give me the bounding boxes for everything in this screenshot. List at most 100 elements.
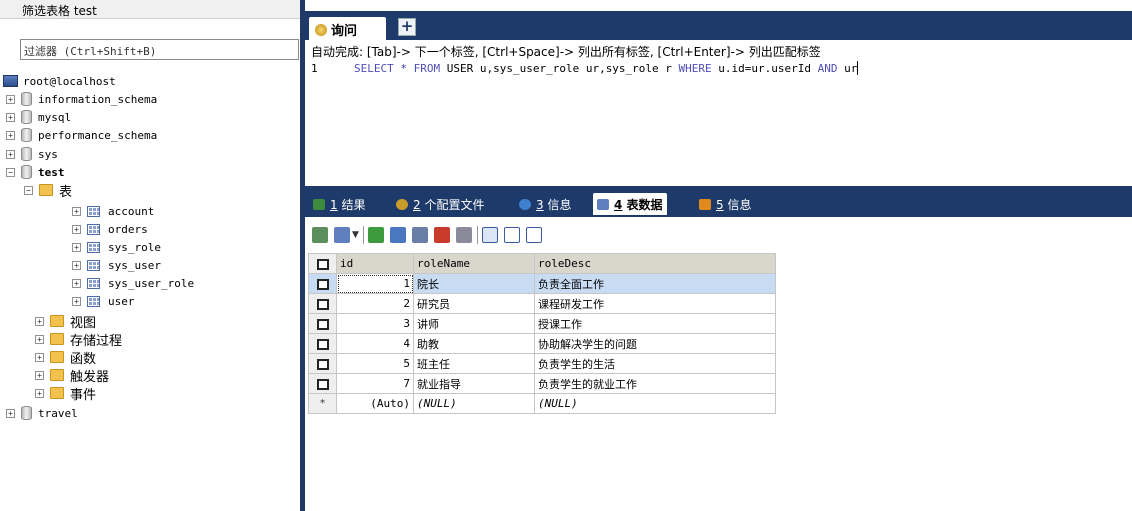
grid-view-icon[interactable] <box>482 227 498 243</box>
tree-db-test[interactable]: − test <box>6 163 65 181</box>
cell-rolename[interactable]: 助教 <box>413 333 535 354</box>
tree-folder-functions[interactable]: + 函数 <box>35 348 97 367</box>
dropdown-arrow-icon[interactable]: ▼ <box>352 227 360 243</box>
cell-id[interactable]: 1 <box>336 273 414 294</box>
tab-info[interactable]: 5 信息 <box>695 193 755 215</box>
row-checkbox[interactable] <box>308 333 337 354</box>
column-header-rolename[interactable]: roleName <box>413 253 535 274</box>
column-header-id[interactable]: id <box>336 253 414 274</box>
save-icon[interactable] <box>412 227 428 243</box>
expand-icon[interactable]: + <box>72 206 81 216</box>
cell-roledesc[interactable]: 协助解决学生的问题 <box>534 333 776 354</box>
cell-rolename[interactable]: 研究员 <box>413 293 535 314</box>
tree-db-performance-schema[interactable]: + performance_schema <box>6 126 157 144</box>
tree-db-mysql[interactable]: + mysql <box>6 108 71 126</box>
row-checkbox[interactable] <box>308 373 337 394</box>
export-icon[interactable] <box>312 227 328 243</box>
expand-icon[interactable]: + <box>35 388 44 398</box>
expand-icon[interactable]: + <box>35 352 44 362</box>
cell-id[interactable]: (Auto) <box>336 393 414 414</box>
delete-icon[interactable] <box>434 227 450 243</box>
tab-table-data[interactable]: 4 表数据 <box>593 193 667 215</box>
cell-rolename[interactable]: 班主任 <box>413 353 535 374</box>
tree-table-user[interactable]: + user <box>72 292 135 310</box>
table-row[interactable]: 5 班主任 负责学生的生活 <box>308 353 776 374</box>
cell-rolename[interactable]: 院长 <box>413 273 535 294</box>
row-checkbox[interactable] <box>308 313 337 334</box>
cell-id[interactable]: 2 <box>336 293 414 314</box>
sql-line[interactable]: 1 SELECT * FROM USER u,sys_user_role ur,s… <box>311 61 859 75</box>
select-all-checkbox[interactable] <box>308 253 337 274</box>
cell-roledesc[interactable]: 负责全面工作 <box>534 273 776 294</box>
expand-icon[interactable]: + <box>6 408 15 418</box>
expand-icon[interactable]: + <box>72 242 81 252</box>
cell-roledesc[interactable]: (NULL) <box>534 393 776 414</box>
cell-rolename[interactable]: 就业指导 <box>413 373 535 394</box>
tab-query[interactable]: 询问 <box>309 17 386 40</box>
tree-db-travel[interactable]: + travel <box>6 404 78 422</box>
folder-label: 函数 <box>70 351 97 367</box>
cell-rolename[interactable]: 讲师 <box>413 313 535 334</box>
tree-db-sys[interactable]: + sys <box>6 145 58 163</box>
expand-icon[interactable]: + <box>72 296 81 306</box>
cell-id[interactable]: 4 <box>336 333 414 354</box>
expand-icon[interactable]: + <box>72 224 81 234</box>
cell-id[interactable]: 7 <box>336 373 414 394</box>
table-row[interactable]: 3 讲师 授课工作 <box>308 313 776 334</box>
cell-roledesc[interactable]: 负责学生的就业工作 <box>534 373 776 394</box>
cell-rolename[interactable]: (NULL) <box>413 393 535 414</box>
filter-input[interactable]: 过滤器 (Ctrl+Shift+B) <box>20 39 299 60</box>
table-row[interactable]: 7 就业指导 负责学生的就业工作 <box>308 373 776 394</box>
table-row[interactable]: 1 院长 负责全面工作 <box>308 273 776 294</box>
table-row[interactable]: 2 研究员 课程研发工作 <box>308 293 776 314</box>
tree-table-account[interactable]: + account <box>72 202 154 220</box>
tab-result[interactable]: 1 结果 <box>309 193 369 215</box>
collapse-icon[interactable]: − <box>6 167 15 177</box>
tab-profile[interactable]: 2 个配置文件 <box>392 193 488 215</box>
expand-icon[interactable]: + <box>35 370 44 380</box>
cancel-icon[interactable] <box>456 227 472 243</box>
expand-icon[interactable]: + <box>6 130 15 140</box>
tree-folder-procedures[interactable]: + 存储过程 <box>35 330 122 349</box>
duplicate-row-icon[interactable] <box>390 227 406 243</box>
expand-icon[interactable]: + <box>6 94 15 104</box>
tree-folder-views[interactable]: + 视图 <box>35 312 96 331</box>
cell-roledesc[interactable]: 授课工作 <box>534 313 776 334</box>
row-checkbox[interactable] <box>308 273 337 294</box>
tree-table-sys-user-role[interactable]: + sys_user_role <box>72 274 194 292</box>
expand-icon[interactable]: + <box>6 112 15 122</box>
sql-editor[interactable]: 自动完成: [Tab]-> 下一个标签, [Ctrl+Space]-> 列出所有… <box>305 40 1132 186</box>
expand-icon[interactable]: + <box>35 334 44 344</box>
column-header-roledesc[interactable]: roleDesc <box>534 253 776 274</box>
row-checkbox[interactable] <box>308 293 337 314</box>
add-row-icon[interactable] <box>368 227 384 243</box>
expand-icon[interactable]: + <box>72 278 81 288</box>
tree-table-orders[interactable]: + orders <box>72 220 148 238</box>
sql-keyword: AND <box>817 62 838 75</box>
cell-id[interactable]: 5 <box>336 353 414 374</box>
cell-id[interactable]: 3 <box>336 313 414 334</box>
cell-roledesc[interactable]: 负责学生的生活 <box>534 353 776 374</box>
import-icon[interactable] <box>334 227 350 243</box>
tree-folder-triggers[interactable]: + 触发器 <box>35 366 109 385</box>
expand-icon[interactable]: + <box>72 260 81 270</box>
form-view-icon[interactable] <box>504 227 520 243</box>
tree-table-sys-role[interactable]: + sys_role <box>72 238 161 256</box>
tree-connection[interactable]: root@localhost <box>3 72 116 90</box>
new-row[interactable]: * (Auto) (NULL) (NULL) <box>308 393 776 414</box>
collapse-icon[interactable]: − <box>24 185 33 195</box>
row-checkbox[interactable] <box>308 353 337 374</box>
expand-icon[interactable]: + <box>35 316 44 326</box>
tree-folder-events[interactable]: + 事件 <box>35 384 96 403</box>
table-row[interactable]: 4 助教 协助解决学生的问题 <box>308 333 776 354</box>
tree-table-sys-user[interactable]: + sys_user <box>72 256 161 274</box>
tab-messages[interactable]: 3 信息 <box>515 193 575 215</box>
cell-roledesc[interactable]: 课程研发工作 <box>534 293 776 314</box>
tree-folder-tables[interactable]: − 表 <box>24 181 72 200</box>
table-icon <box>87 295 100 307</box>
expand-icon[interactable]: + <box>6 149 15 159</box>
tree-db-information-schema[interactable]: + information_schema <box>6 90 157 108</box>
server-icon <box>3 75 18 87</box>
text-view-icon[interactable] <box>526 227 542 243</box>
add-tab-button[interactable]: + <box>398 18 416 36</box>
